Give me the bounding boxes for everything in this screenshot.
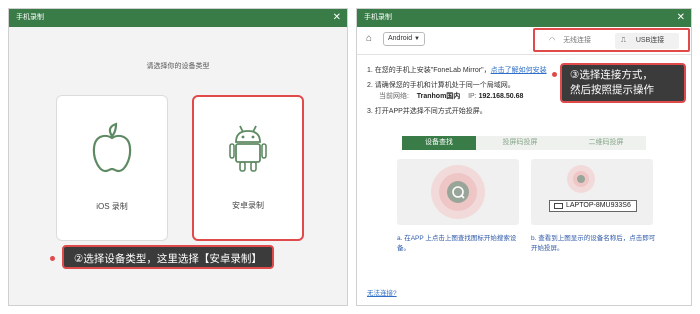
network-info: 当前网络: Tranhom国内 IP: 192.168.50.68: [367, 91, 547, 102]
connection-window: 手机录制 ✕ ⌂ Android ▼ ◠ 无线连接 ⎍ USB连接 1. 在您的…: [356, 8, 692, 306]
close-icon[interactable]: ✕: [677, 9, 685, 27]
tab-usb[interactable]: ⎍ USB连接: [615, 33, 679, 49]
device-os-dropdown[interactable]: Android ▼: [383, 32, 425, 46]
title-bar: 手机录制 ✕: [9, 9, 347, 27]
tab-wireless[interactable]: ◠ 无线连接: [549, 33, 607, 49]
wifi-icon: ◠: [549, 37, 556, 44]
tab-device-search[interactable]: 设备查找: [402, 136, 476, 150]
usb-icon: ⎍: [621, 37, 626, 44]
network-value: Tranhom国内: [416, 93, 461, 100]
callout-marker: [552, 72, 557, 77]
android-record-card[interactable]: 安卓录制: [192, 95, 304, 241]
window-title: 手机录制: [364, 14, 392, 21]
install-help-link[interactable]: 点击了解如何安装: [491, 67, 547, 74]
search-radar-icon: [431, 165, 485, 219]
ip-value: 192.168.50.68: [478, 93, 524, 100]
chevron-down-icon: ▼: [414, 36, 420, 42]
home-icon[interactable]: ⌂: [366, 33, 372, 44]
step-1: 1. 在您的手机上安装"FoneLab Mirror"，点击了解如何安装: [367, 65, 547, 76]
search-description: a. 在APP 上点击上图查找图标开始搜索设备。: [397, 235, 517, 252]
callout-marker: [50, 256, 55, 261]
ios-record-label: iOS 录制: [96, 202, 128, 211]
close-icon[interactable]: ✕: [333, 9, 341, 27]
apple-icon: [92, 122, 132, 173]
instructions: 1. 在您的手机上安装"FoneLab Mirror"，点击了解如何安装 2. …: [367, 65, 547, 117]
title-bar: 手机录制 ✕: [357, 9, 691, 27]
ip-label: IP:: [468, 93, 477, 100]
ios-record-card[interactable]: iOS 录制: [56, 95, 168, 241]
android-icon: [229, 125, 267, 172]
step-3: 3. 打开APP并选择不同方式开始投屏。: [367, 108, 487, 115]
device-name: LAPTOP-8MU933S6: [566, 202, 631, 209]
window-title: 手机录制: [16, 14, 44, 21]
android-record-label: 安卓录制: [232, 201, 264, 210]
search-illustration: [397, 159, 519, 225]
device-radar-icon: [567, 165, 595, 193]
device-type-callout: ②选择设备类型，这里选择【安卓录制】: [62, 245, 274, 269]
network-label: 当前网络:: [379, 93, 409, 100]
step-1-text: 1. 在您的手机上安装"FoneLab Mirror"，: [367, 67, 491, 74]
tab-cast-code[interactable]: 投屏码投屏: [480, 136, 560, 150]
cannot-connect-link[interactable]: 无法连接?: [367, 287, 397, 297]
connection-callout-line1: ③选择连接方式，: [570, 69, 653, 81]
monitor-icon: [554, 203, 563, 209]
tab-wireless-label: 无线连接: [563, 37, 592, 44]
connection-callout-line2: 然后按照提示操作: [570, 84, 654, 96]
device-found-illustration: LAPTOP-8MU933S6: [531, 159, 653, 225]
step-2: 2. 请确保您的手机和计算机处于同一个局域网。: [367, 82, 515, 89]
device-type-prompt: 请选择你的设备类型: [146, 63, 210, 70]
tab-usb-label: USB连接: [635, 37, 665, 44]
connect-description: b. 查看到上图显示的设备名称后，点击即可开始投屏。: [531, 235, 656, 252]
connection-callout: ③选择连接方式， 然后按照提示操作: [560, 63, 686, 103]
cast-method-tabs: 设备查找 投屏码投屏 二维码投屏: [402, 136, 646, 150]
device-os-value: Android: [388, 35, 413, 42]
connection-type-selector: ◠ 无线连接 ⎍ USB连接: [533, 28, 690, 52]
toolbar: ⌂ Android ▼ ◠ 无线连接 ⎍ USB连接: [357, 27, 691, 55]
tab-qr-code[interactable]: 二维码投屏: [566, 136, 646, 150]
found-device-label[interactable]: LAPTOP-8MU933S6: [549, 200, 637, 212]
